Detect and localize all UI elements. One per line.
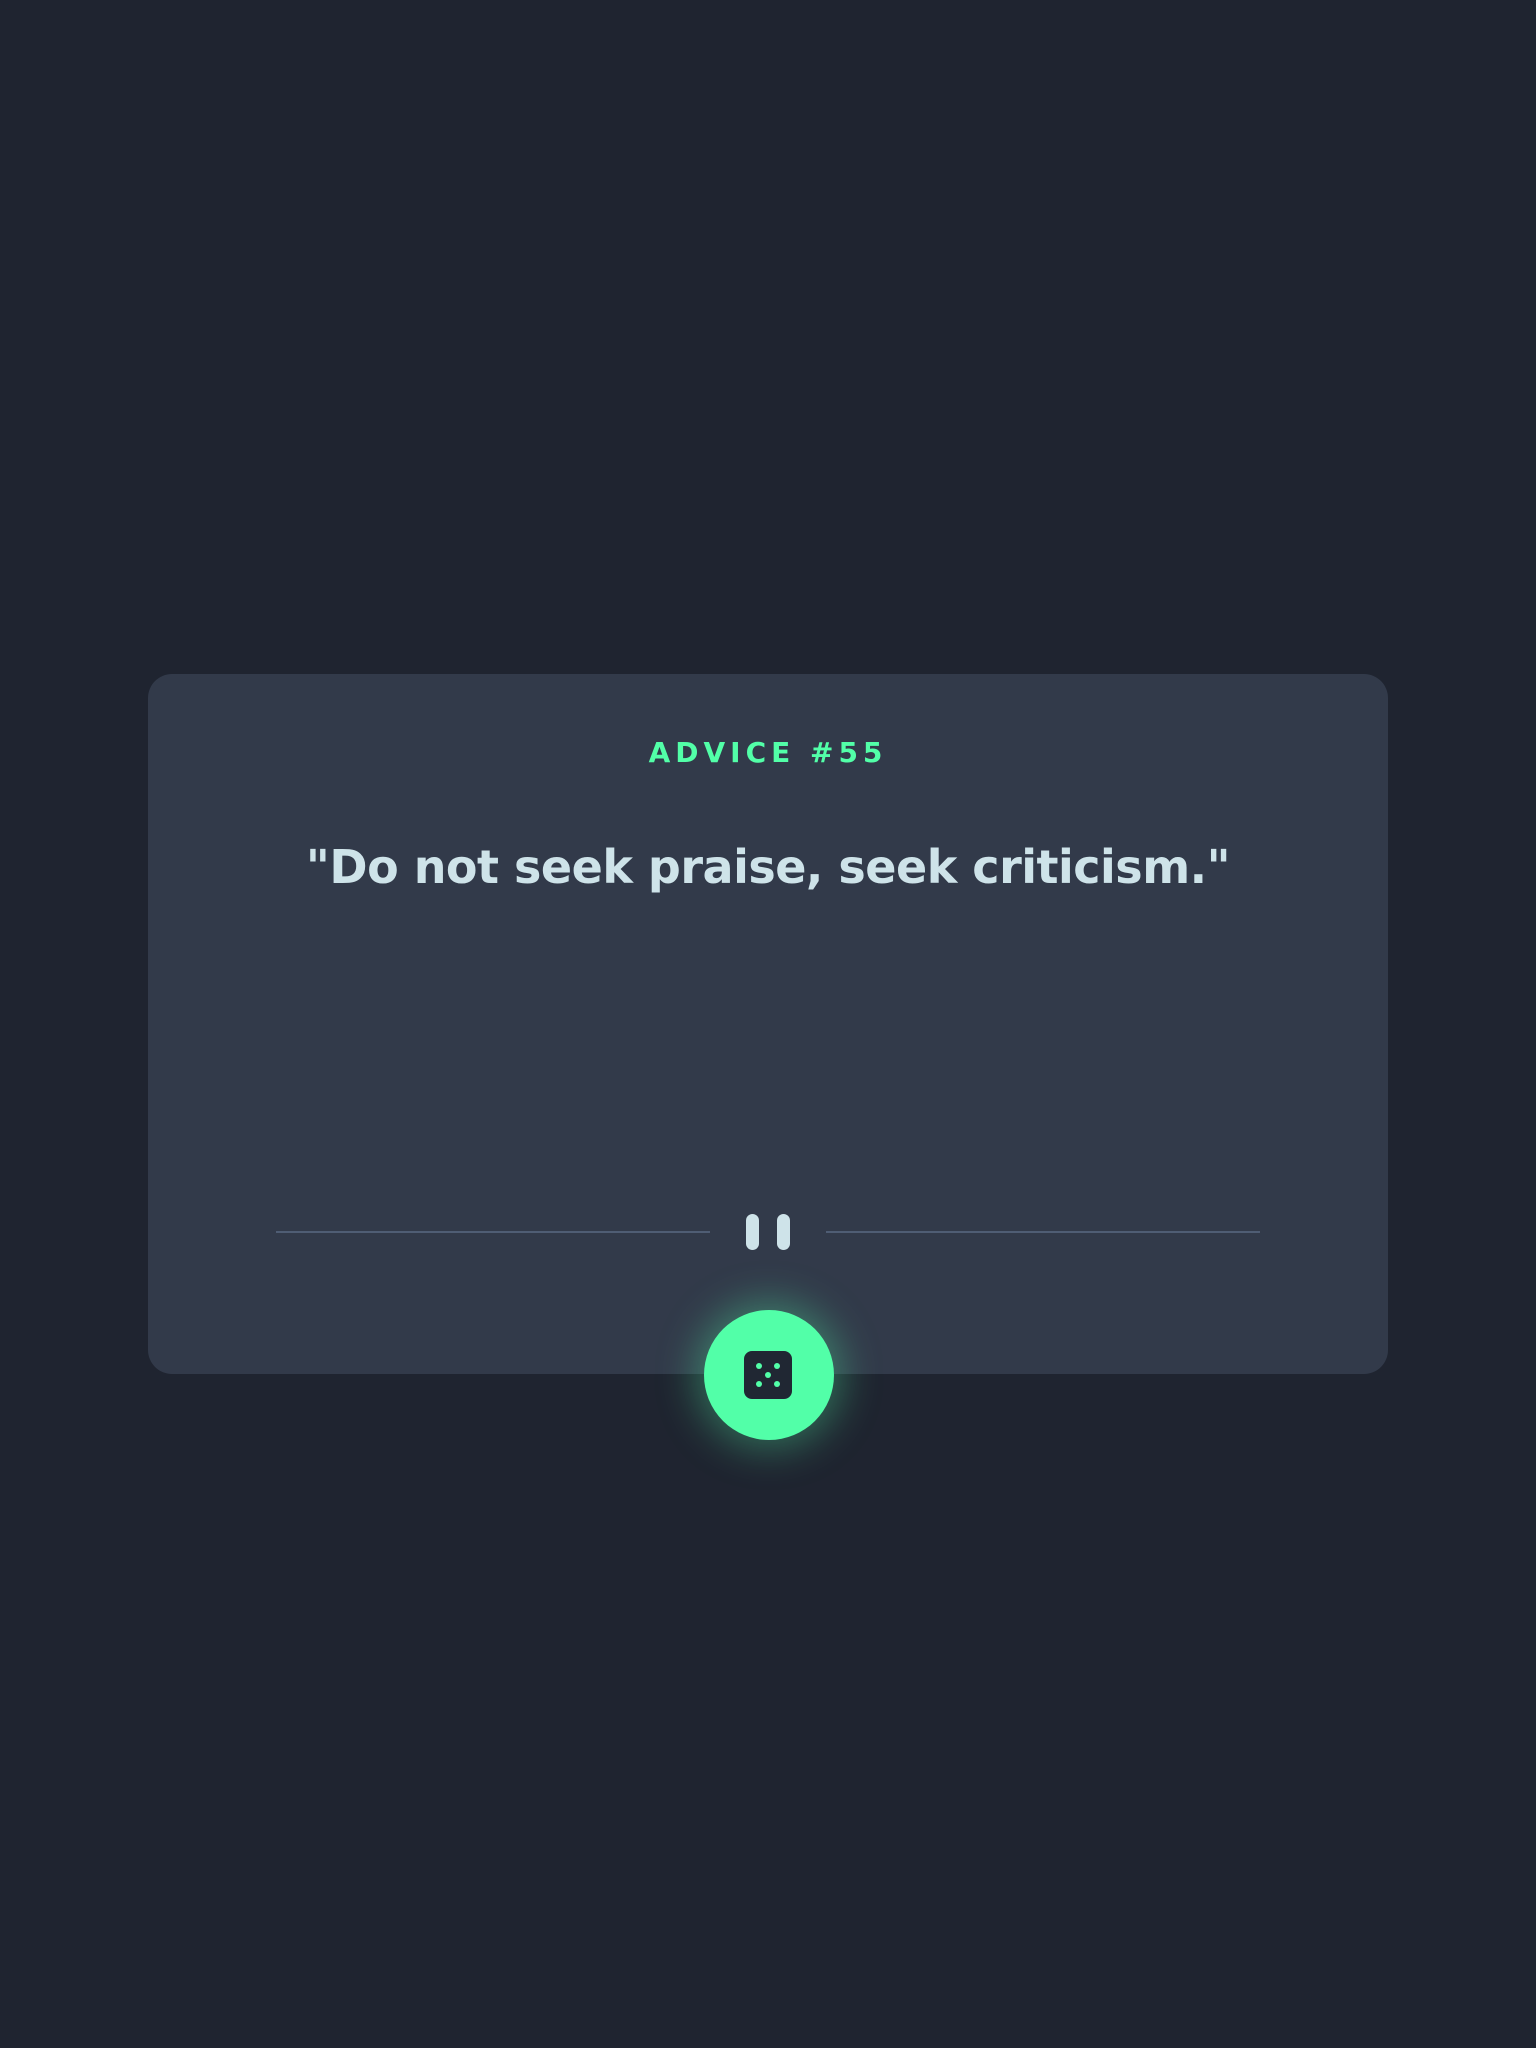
advice-number: ADVICE #55 [648, 736, 888, 769]
dice-icon [744, 1351, 792, 1399]
dice-pip [756, 1363, 762, 1369]
pattern-divider [276, 1214, 1260, 1250]
dice-pip [774, 1381, 780, 1387]
dice-pip [774, 1363, 780, 1369]
dice-pip [756, 1381, 762, 1387]
advice-card [148, 674, 1388, 1374]
divider-line-right [826, 1231, 1260, 1233]
dice-pip [765, 1372, 771, 1378]
divider-line-left [276, 1231, 710, 1233]
new-advice-button[interactable] [704, 1310, 834, 1440]
advice-quote: "Do not seek praise, seek criticism." [305, 840, 1231, 894]
pause-icon [746, 1214, 759, 1250]
page: ADVICE #55 "Do not seek praise, seek cri… [0, 0, 1536, 2048]
pause-icon-bar [777, 1214, 790, 1250]
